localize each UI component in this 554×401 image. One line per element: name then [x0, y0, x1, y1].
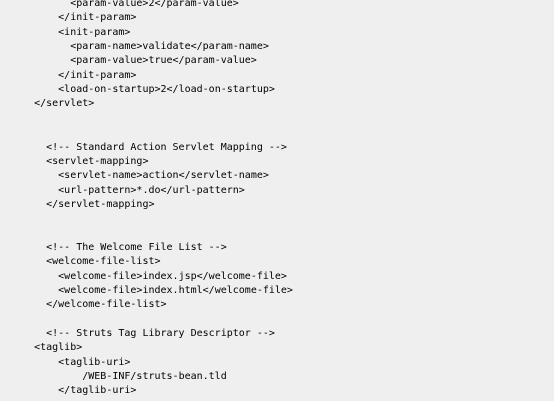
code-line: <!-- Standard Action Servlet Mapping -->	[46, 141, 287, 153]
code-line: </taglib-uri>	[58, 385, 137, 397]
code-line: <!-- Struts Tag Library Descriptor -->	[46, 328, 275, 340]
code-line: <taglib-uri>	[58, 356, 131, 368]
code-line: </welcome-file-list>	[46, 299, 167, 311]
code-line: <servlet-mapping>	[46, 155, 149, 167]
code-line: <welcome-file>index.jsp</welcome-file>	[58, 270, 287, 282]
code-line: </servlet>	[34, 98, 95, 110]
code-line: </init-param>	[58, 12, 137, 24]
code-line: </servlet-mapping>	[46, 198, 155, 210]
code-line: <welcome-file>index.html</welcome-file>	[58, 285, 293, 296]
code-line: <param-value>true</param-value>	[70, 55, 257, 67]
code-line: /WEB-INF/struts-bean.tld	[82, 371, 227, 383]
code-listing: <param-value>2</param-value> </init-param…	[0, 0, 554, 401]
code-line: </init-param>	[58, 69, 137, 81]
code-line: <url-pattern>*.do</url-pattern>	[58, 184, 245, 196]
code-line: <load-on-startup>2</load-on-startup>	[58, 84, 275, 96]
code-line: <welcome-file-list>	[46, 256, 161, 268]
code-line: <init-param>	[58, 26, 131, 38]
code-line: <servlet-name>action</servlet-name>	[58, 170, 269, 182]
code-line: <param-value>2</param-value>	[70, 0, 239, 9]
code-line: <param-name>validate</param-name>	[70, 41, 269, 53]
code-line: <taglib>	[34, 342, 83, 354]
code-line: <!-- The Welcome File List -->	[46, 241, 227, 253]
